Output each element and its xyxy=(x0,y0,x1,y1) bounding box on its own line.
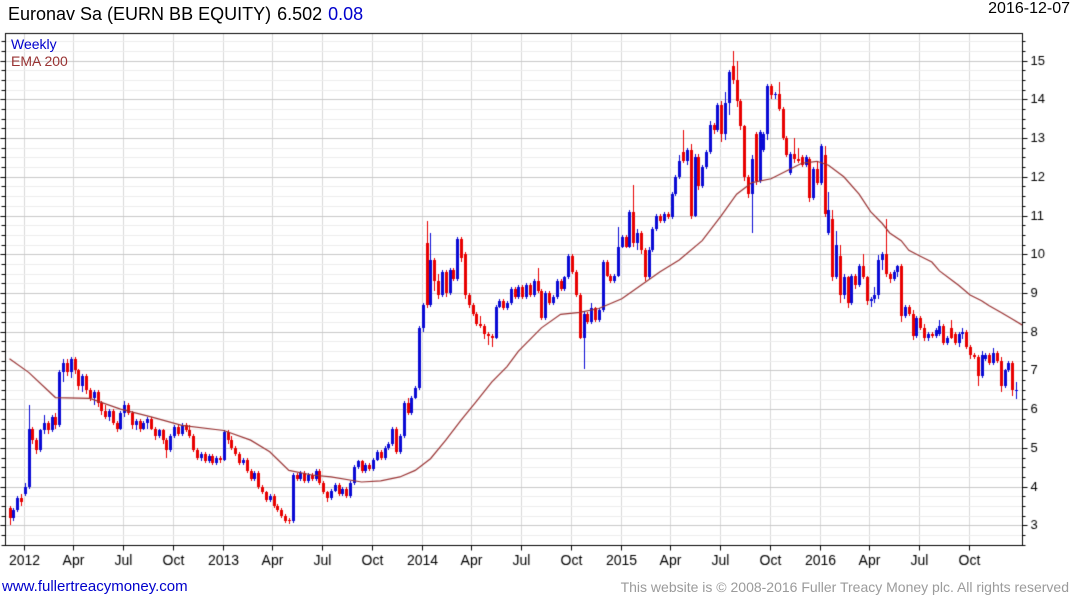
copyright-text: This website is © 2008-2016 Fuller Treac… xyxy=(620,579,1069,595)
price-chart-canvas xyxy=(0,0,1075,572)
timeframe-label: Weekly xyxy=(11,36,57,52)
chart-page: Euronav Sa (EURN BB EQUITY)6.5020.08 201… xyxy=(0,0,1075,600)
site-link[interactable]: www.fullertreacymoney.com xyxy=(2,578,188,595)
footer: www.fullertreacymoney.com This website i… xyxy=(0,576,1075,598)
ema-label: EMA 200 xyxy=(11,53,68,69)
